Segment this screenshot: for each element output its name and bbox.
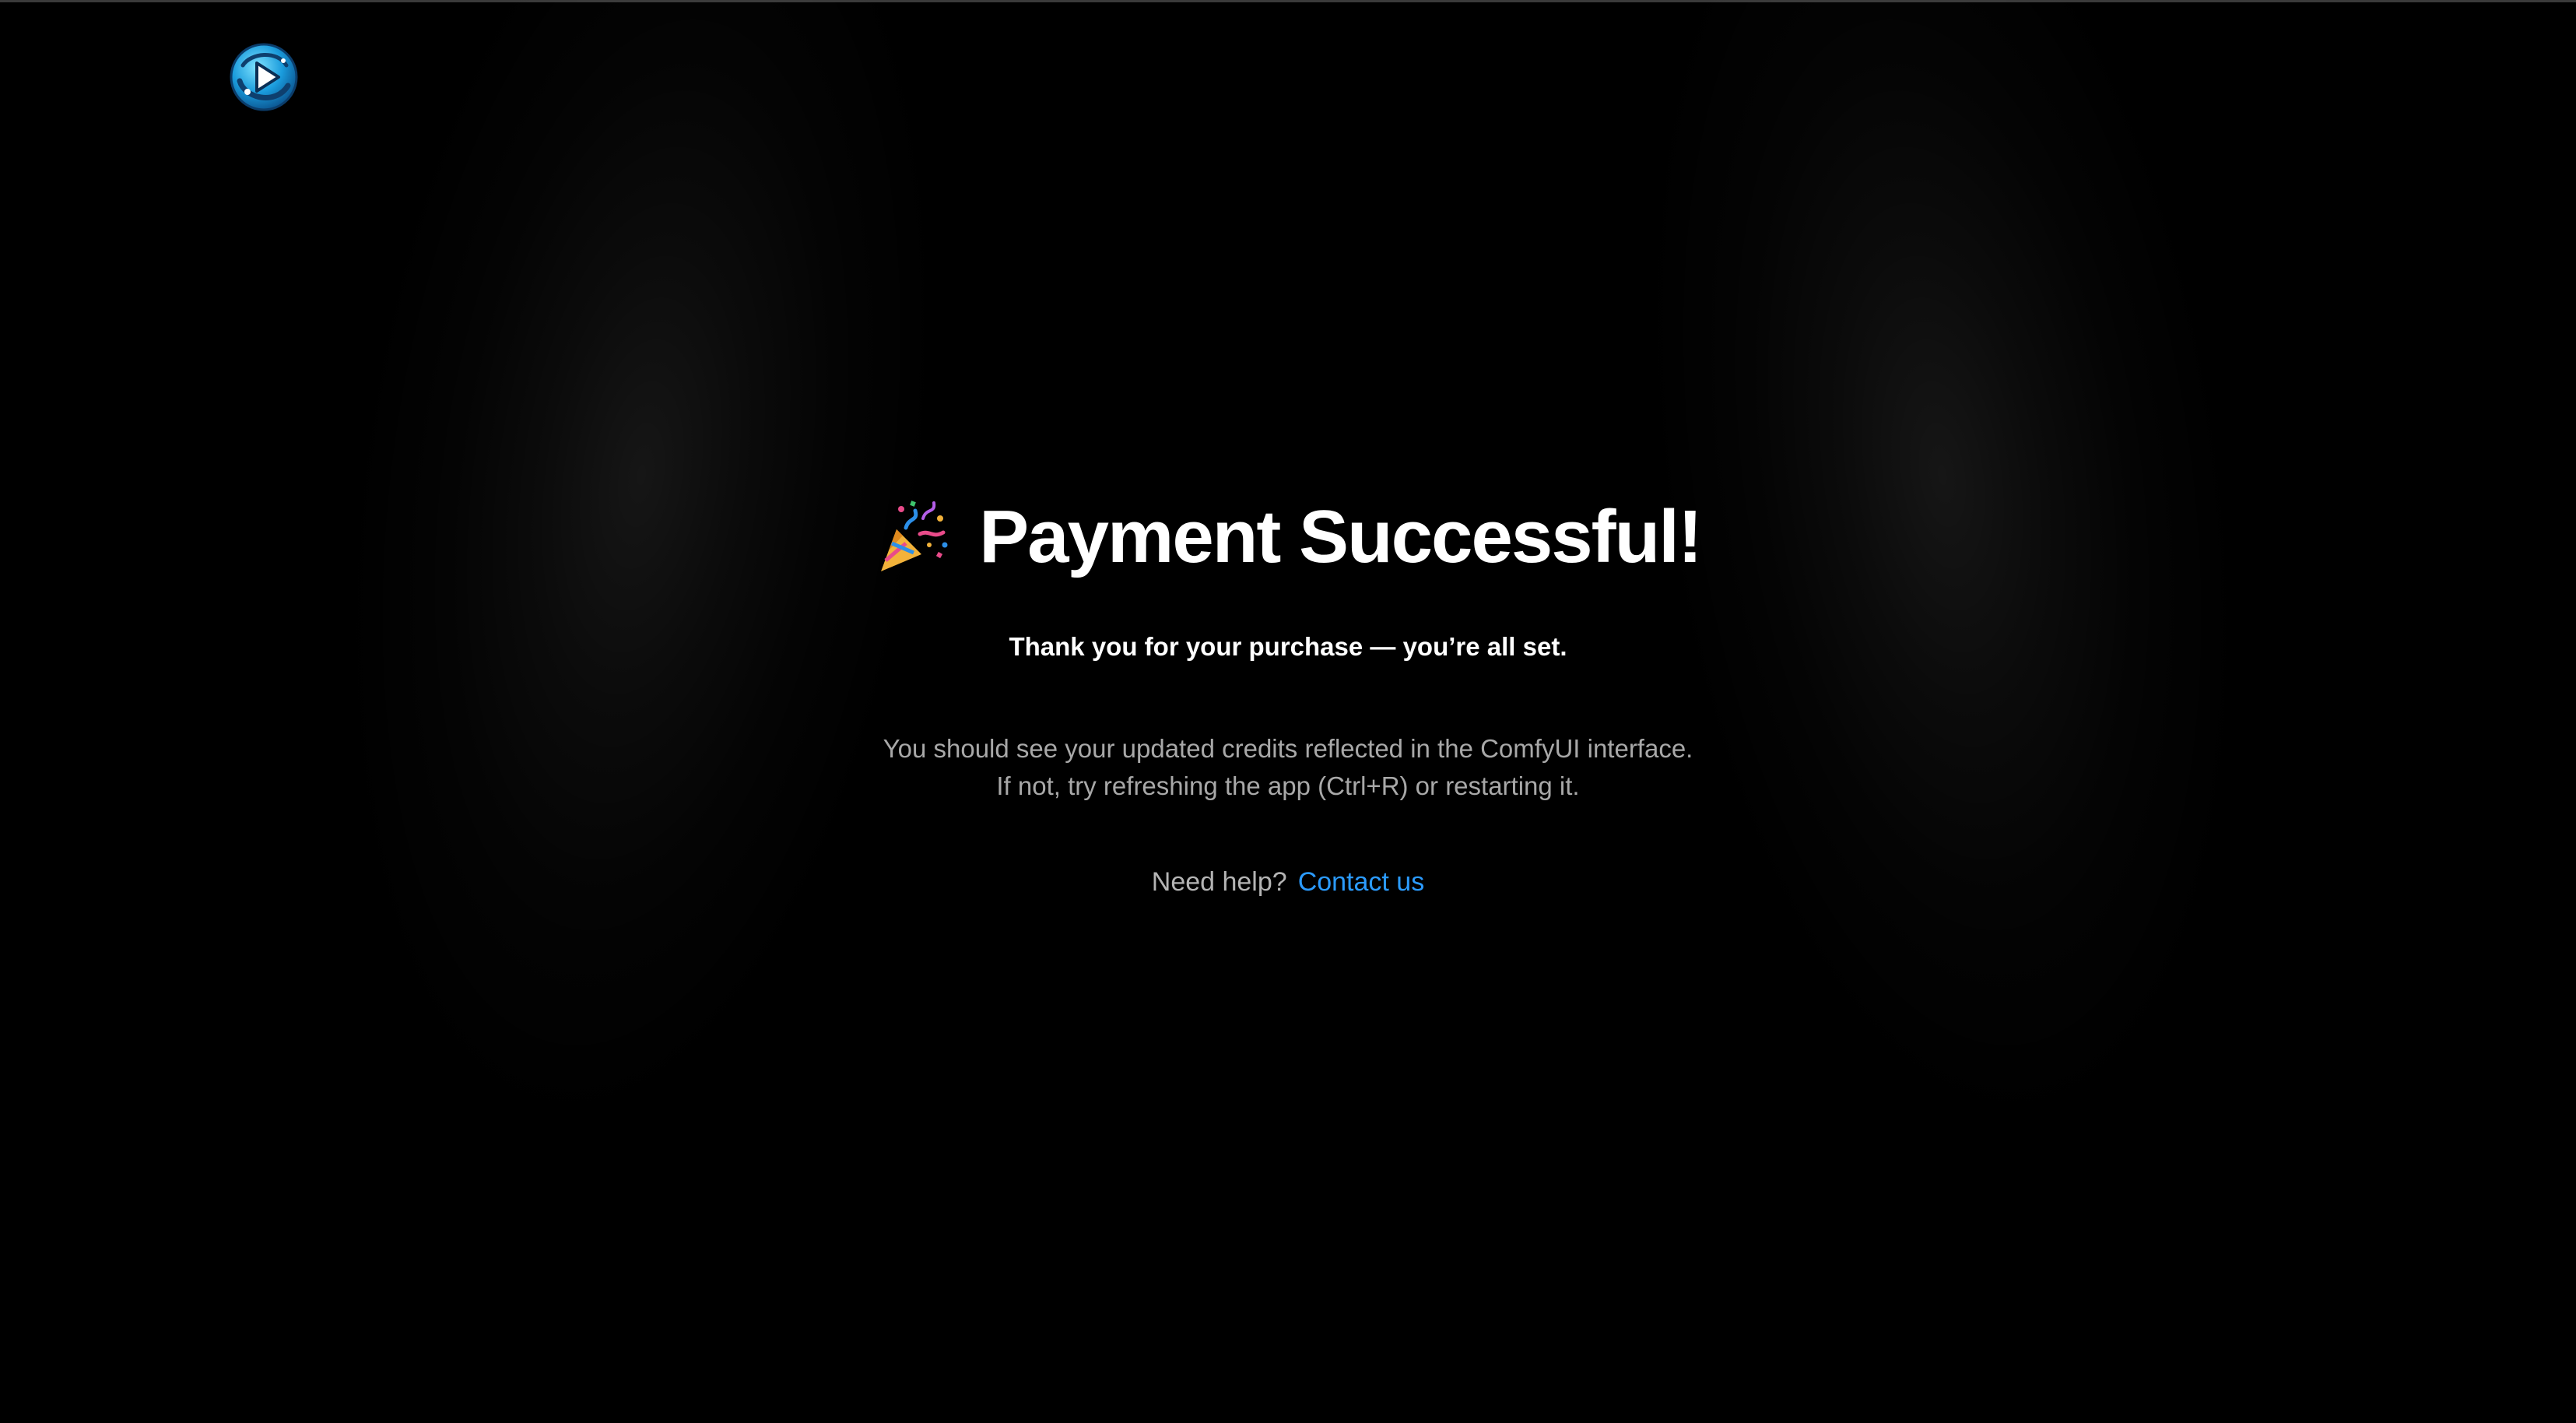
party-popper-icon bbox=[881, 501, 948, 571]
title-row: Payment Successful! bbox=[0, 483, 2576, 592]
success-panel: Payment Successful! Thank you for your p… bbox=[0, 483, 2576, 898]
help-label: Need help? bbox=[1151, 867, 1287, 897]
credits-info-line-2: If not, try refreshing the app (Ctrl+R) … bbox=[996, 771, 1580, 800]
credits-info-line-1: You should see your updated credits refl… bbox=[883, 734, 1693, 763]
help-row: Need help? Contact us bbox=[0, 867, 2576, 898]
thank-you-message: Thank you for your purchase — you’re all… bbox=[1009, 632, 1567, 661]
credits-info: You should see your updated credits refl… bbox=[0, 730, 2576, 805]
page-title: Payment Successful! bbox=[979, 495, 1703, 578]
contact-us-link[interactable]: Contact us bbox=[1298, 867, 1425, 897]
top-border bbox=[0, 0, 2576, 2]
comfyui-logo-icon[interactable] bbox=[229, 42, 299, 112]
